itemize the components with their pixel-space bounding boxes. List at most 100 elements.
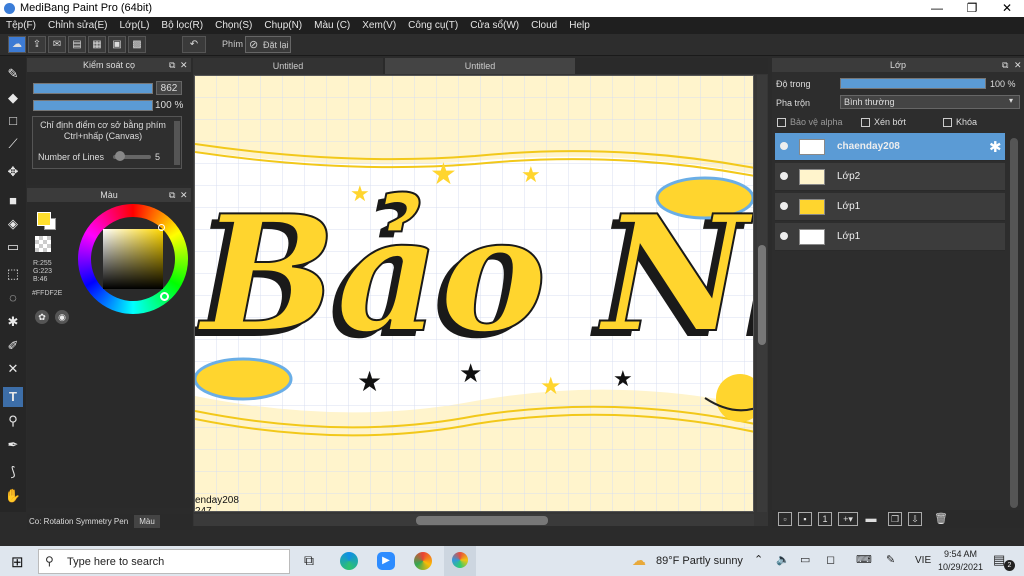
windows-start-icon[interactable]: ⊞ [11,553,24,571]
new-halftone-layer-icon[interactable]: ▪ [798,512,812,526]
transparent-swatch[interactable] [35,236,51,252]
select-rect-icon[interactable]: ⬚ [3,264,23,284]
document-icon[interactable]: ▦ [88,36,106,53]
folder-icon[interactable]: ▬ [864,512,878,526]
horizontal-scrollbar[interactable] [194,514,754,526]
tiles-icon[interactable]: ▩ [128,36,146,53]
clock-date[interactable]: 10/29/2021 [938,562,983,572]
keyboard-icon[interactable]: ⌨ [856,553,872,566]
brush-size-slider[interactable] [33,83,153,94]
lines-slider-handle[interactable] [115,151,125,161]
visibility-icon[interactable] [780,172,788,180]
chat-icon[interactable]: ▤ [68,36,86,53]
visibility-icon[interactable] [780,142,788,150]
eyedropper-icon[interactable]: ✒ [3,435,23,455]
lock-checkbox[interactable] [943,118,952,127]
select-eraser-icon[interactable]: ✕ [3,359,23,379]
brush-opacity-slider[interactable] [33,100,153,111]
tab-brush-info[interactable]: Co: Rotation Symmetry Pen [29,517,128,526]
horizontal-scroll-thumb[interactable] [416,516,548,525]
medibang-taskbar-button[interactable] [444,546,476,576]
gradient-icon[interactable]: ▭ [3,237,23,257]
hand-icon[interactable]: ✋ [3,486,23,506]
close-button[interactable]: ✕ [990,0,1024,17]
menu-layer[interactable]: Lớp(L) [114,20,156,31]
brush-scrollbar[interactable] [174,121,180,165]
maximize-button[interactable]: ❐ [955,0,989,17]
blend-mode-select[interactable]: Bình thường ▾ [840,95,1020,109]
menu-filter[interactable]: Bộ lọc(R) [155,20,209,31]
select-pen-icon[interactable]: ✐ [3,336,23,356]
chrome-icon[interactable] [414,552,432,570]
vertical-scroll-thumb[interactable] [758,245,766,345]
popout-icon[interactable]: ⧉ [1002,58,1008,72]
network-icon[interactable]: ▭ [800,553,810,566]
pen-tool-icon[interactable]: ⟆ [3,462,23,482]
weather-text[interactable]: 89°F Partly sunny [656,555,743,567]
drawing-canvas[interactable]: ★ ★ ★ ★ ★ ★ ★ Bảo Nhi Bảo Nhi enday208 2… [194,75,754,512]
share-icon[interactable]: ⇪ [28,36,46,53]
popout-icon[interactable]: ⧉ [169,188,175,202]
vertical-scrollbar[interactable] [757,75,767,512]
edge-icon[interactable] [340,552,358,570]
menu-file[interactable]: Tệp(F) [0,20,42,31]
fill-rect-icon[interactable]: ■ [3,191,23,211]
new-layer-icon[interactable]: ▫ [778,512,792,526]
visibility-icon[interactable] [780,232,788,240]
duplicate-layer-icon[interactable]: ❐ [888,512,902,526]
eraser-icon[interactable]: ◆ [3,88,23,108]
zoom-icon[interactable]: ▶ [377,552,395,570]
merge-layer-icon[interactable]: ⇩ [908,512,922,526]
tab-color[interactable]: Màu [134,515,160,528]
bucket-icon[interactable]: ◈ [3,214,23,234]
layer-opacity-slider[interactable] [840,78,986,89]
text-tool-icon[interactable]: T [3,387,23,407]
add-layer-menu-icon[interactable]: +▾ [838,512,858,526]
layer-scrollbar[interactable] [1010,138,1018,508]
menu-color[interactable]: Màu (C) [308,20,356,31]
rectangle-icon[interactable]: □ [3,111,23,131]
trash-icon[interactable]: 🗑 [934,512,948,526]
reset-button[interactable]: ⊘ Đặt lại [245,36,291,53]
tab-untitled-1[interactable]: Untitled [193,58,383,74]
gear-icon[interactable]: ✱ [989,138,1002,156]
hue-picker[interactable] [160,292,169,301]
color-mixer-icon[interactable]: ◉ [55,310,69,324]
menu-view[interactable]: Xem(V) [356,20,402,31]
menu-tools[interactable]: Công cụ(T) [402,20,464,31]
palette-icon[interactable]: ✿ [35,310,49,324]
menu-cloud[interactable]: Cloud [525,20,563,31]
layer-row-lop1-a[interactable]: Lớp1 [775,193,1005,221]
chevron-up-icon[interactable]: ⌃ [754,553,763,566]
clock-time[interactable]: 9:54 AM [944,549,977,559]
layer-row-lop2[interactable]: Lớp2 [775,163,1005,191]
volume-icon[interactable]: 🔈 [776,553,790,566]
layer-row-chaenday208[interactable]: chaenday208 ✱ [775,133,1005,161]
move-icon[interactable]: ✥ [3,162,23,182]
language-indicator[interactable]: VIE [915,555,931,566]
grid-icon[interactable]: ▣ [108,36,126,53]
brush-size-value[interactable]: 862 [156,81,182,95]
close-icon[interactable]: ✕ [180,188,188,202]
layer-row-lop1-b[interactable]: Lớp1 [775,223,1005,251]
protect-alpha-checkbox[interactable] [777,118,786,127]
new-1bit-layer-icon[interactable]: 1 [818,512,832,526]
pen-workspace-icon[interactable]: ✎ [886,553,895,566]
magic-wand-icon[interactable]: ✱ [3,312,23,332]
search-box[interactable]: ⚲ Type here to search [38,549,290,574]
popout-icon[interactable]: ⧉ [169,58,175,72]
saturation-square[interactable] [103,229,163,289]
undo-icon[interactable]: ↶ [182,36,206,53]
hue-wheel[interactable] [78,204,188,314]
operation-icon[interactable]: ⚲ [3,411,23,431]
primary-color-swatch[interactable] [37,212,51,226]
lasso-icon[interactable]: ◌ [3,288,23,308]
task-view-icon[interactable]: ⧉ [304,552,314,569]
cloud-icon[interactable]: ☁ [8,36,26,53]
menu-select[interactable]: Chọn(S) [209,20,258,31]
tab-untitled-2[interactable]: Untitled [385,58,575,74]
line-icon[interactable]: ⟋ [3,134,23,154]
menu-edit[interactable]: Chỉnh sửa(E) [42,20,114,31]
minimize-button[interactable]: — [920,0,954,17]
brush-icon[interactable]: ✎ [3,64,23,84]
